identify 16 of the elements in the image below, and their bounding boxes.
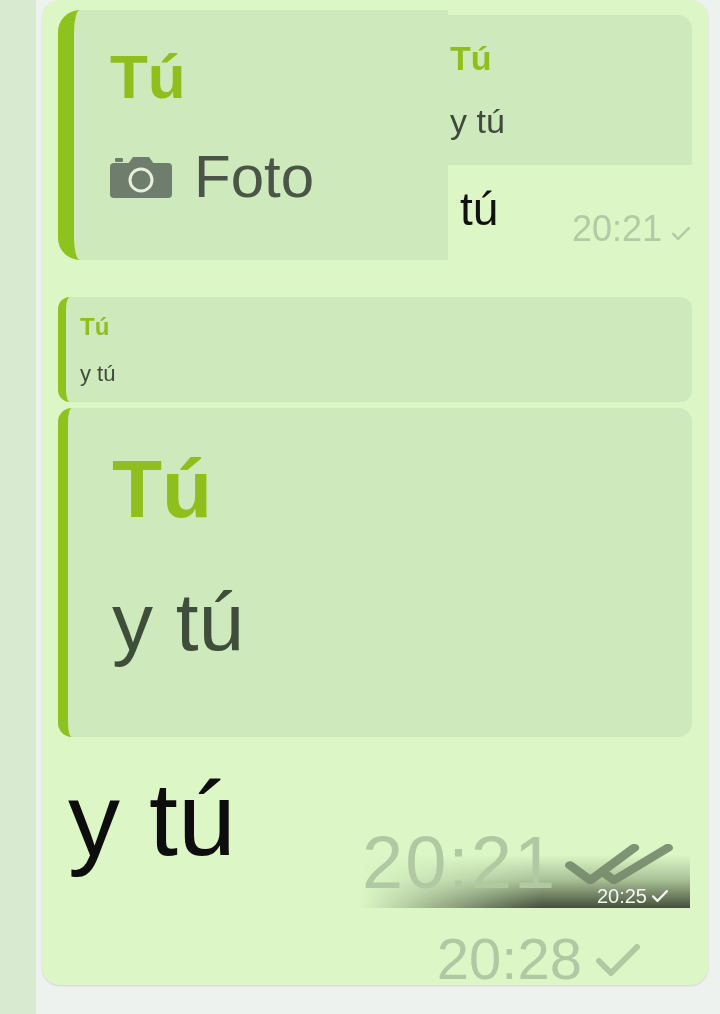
sender-name: Tú xyxy=(450,41,492,75)
quoted-message[interactable]: Tú y tú xyxy=(448,15,692,165)
quoted-message[interactable]: Tú y tú xyxy=(58,408,692,737)
message-text: y tú xyxy=(68,760,236,879)
message-text: tú xyxy=(460,186,499,232)
quoted-text: y tú xyxy=(450,102,505,142)
quoted-text: Foto xyxy=(194,147,315,207)
quoted-text: y tú xyxy=(80,361,116,387)
sender-name: Tú xyxy=(110,46,186,108)
timestamp: 20:25 xyxy=(596,886,647,906)
quoted-text: y tú xyxy=(112,575,245,669)
sender-name: Tú xyxy=(80,315,110,339)
quoted-message[interactable]: Tú Foto xyxy=(58,10,448,260)
camera-icon xyxy=(110,156,172,198)
sender-name: Tú xyxy=(112,448,213,530)
quoted-message[interactable]: Tú y tú xyxy=(58,297,692,402)
